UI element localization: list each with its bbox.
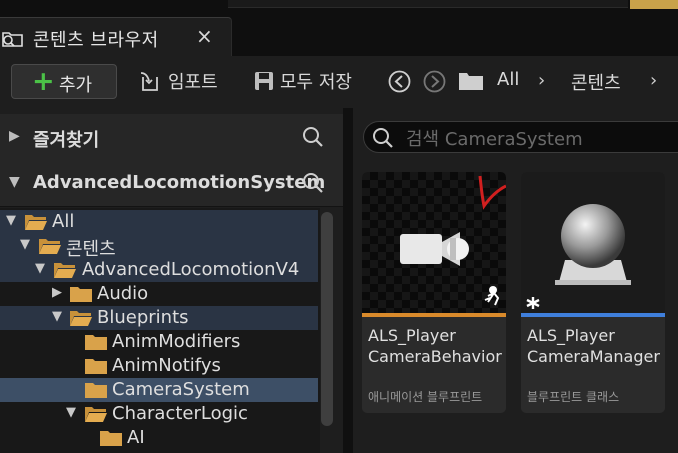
chevron-down-icon[interactable]: ▼ xyxy=(9,174,20,190)
asset-type-bar xyxy=(362,313,506,317)
folder-open-icon xyxy=(25,215,47,230)
tree-item-label: AI xyxy=(127,427,145,448)
tree-item-camerasystem[interactable]: CameraSystem xyxy=(0,378,318,402)
project-title: AdvancedLocomotionSystem xyxy=(33,172,326,193)
folder-icon xyxy=(85,359,107,374)
camera-icon xyxy=(400,232,469,266)
tree-item-content[interactable]: ▼ 콘텐츠 xyxy=(0,234,318,260)
search-icon xyxy=(373,128,393,148)
folder-open-icon xyxy=(85,407,107,422)
tree-item-ai[interactable]: AI xyxy=(0,426,318,450)
chevron-down-icon[interactable]: ▼ xyxy=(6,213,16,228)
add-button-label: 추가 xyxy=(59,75,93,96)
chevron-down-icon[interactable]: ▼ xyxy=(52,309,62,324)
folder-icon xyxy=(100,431,122,446)
close-icon[interactable]: × xyxy=(196,24,213,48)
tab-strip xyxy=(228,0,628,8)
title-bar: 콘텐츠 브라우저 × xyxy=(0,0,678,57)
plus-icon: + xyxy=(32,66,55,97)
tree-item-characterlogic[interactable]: ▼ CharacterLogic xyxy=(0,402,318,426)
tree-item-label: CharacterLogic xyxy=(112,403,248,424)
folder-icon xyxy=(85,383,107,398)
asset-type-bar xyxy=(521,313,665,317)
tree-scrollbar[interactable] xyxy=(321,212,333,426)
asset-type-label: 애니메이션 블루프린트 xyxy=(368,390,483,404)
asset-name-line2: CameraManager xyxy=(527,347,660,366)
search-icon[interactable] xyxy=(302,126,324,148)
asset-thumbnail xyxy=(362,172,506,313)
tree-item-blueprints[interactable]: ▼ Blueprints xyxy=(0,306,318,330)
sphere-icon xyxy=(561,204,625,268)
tab-title: 콘텐츠 브라우저 xyxy=(33,30,159,51)
import-icon[interactable] xyxy=(138,70,162,94)
folder-icon xyxy=(85,335,107,350)
chevron-down-icon[interactable]: ▼ xyxy=(20,237,30,252)
asset-name-line1: ALS_Player xyxy=(527,326,615,345)
chevron-right-icon[interactable]: › xyxy=(538,70,545,91)
tree-item-label: CameraSystem xyxy=(112,379,250,400)
tree-item-label: AnimNotifys xyxy=(112,355,221,376)
asset-card-cameramanager[interactable]: ALS_Player CameraManager 블루프린트 클래스 xyxy=(521,172,665,413)
asset-type-label: 블루프린트 클래스 xyxy=(527,390,620,404)
asset-name-line1: ALS_Player xyxy=(368,326,456,345)
chevron-right-icon[interactable]: ▶ xyxy=(9,128,20,144)
folder-icon[interactable] xyxy=(458,70,484,92)
import-button[interactable]: 임포트 xyxy=(168,68,218,94)
forward-icon[interactable] xyxy=(423,70,446,93)
chevron-down-icon[interactable]: ▼ xyxy=(35,261,45,276)
panel-splitter[interactable] xyxy=(343,108,353,453)
asset-view: 검색 CameraSystem ALS_Player CameraBehavio… xyxy=(353,108,678,453)
tree-item-label: AdvancedLocomotionV4 xyxy=(82,259,300,280)
project-section[interactable]: ▼ AdvancedLocomotionSystem xyxy=(0,160,343,207)
sources-panel: ▶ 즐겨찾기 ▼ AdvancedLocomotionSystem ▼ All … xyxy=(0,108,343,453)
save-all-button[interactable]: 모두 저장 xyxy=(280,68,352,94)
window-accent xyxy=(630,0,678,9)
tree-item-advancedlocomotionv4[interactable]: ▼ AdvancedLocomotionV4 xyxy=(0,258,318,282)
tab-content-browser[interactable]: 콘텐츠 브라우저 × xyxy=(0,17,232,57)
tree-item-all[interactable]: ▼ All xyxy=(0,210,318,234)
asset-name-line2: CameraBehavior xyxy=(368,347,502,366)
tree-item-animnotifys[interactable]: AnimNotifys xyxy=(0,354,318,378)
tree-item-animmodifiers[interactable]: AnimModifiers xyxy=(0,330,318,354)
folder-search-icon xyxy=(2,32,23,47)
save-icon[interactable] xyxy=(253,70,275,92)
asset-card-camerabehavior[interactable]: ALS_Player CameraBehavior 애니메이션 블루프린트 xyxy=(362,172,506,413)
folder-tree: ▼ All ▼ 콘텐츠 ▼ AdvancedLocomotionV4 ▶ Aud… xyxy=(0,208,320,453)
add-button[interactable]: + 추가 xyxy=(11,64,117,99)
toolbar: + 추가 임포트 모두 저장 All › 콘텐츠 › xyxy=(0,56,678,108)
search-placeholder: 검색 CameraSystem xyxy=(406,129,583,150)
favorites-title: 즐겨찾기 xyxy=(33,130,100,151)
breadcrumb-all[interactable]: All xyxy=(497,69,519,90)
tree-item-label: Audio xyxy=(97,283,149,304)
tree-item-label: Blueprints xyxy=(97,307,189,328)
favorites-section[interactable]: ▶ 즐겨찾기 xyxy=(0,114,343,161)
tree-item-label: All xyxy=(52,211,75,232)
folder-open-icon xyxy=(70,311,92,326)
asset-search-input[interactable]: 검색 CameraSystem xyxy=(363,121,678,153)
breadcrumb-content[interactable]: 콘텐츠 xyxy=(571,69,621,95)
folder-open-icon xyxy=(39,239,61,254)
chevron-right-icon[interactable]: › xyxy=(650,70,657,91)
chevron-right-icon[interactable]: ▶ xyxy=(52,285,62,300)
tree-item-label: AnimModifiers xyxy=(112,331,241,352)
folder-icon xyxy=(70,287,92,302)
folder-open-icon xyxy=(54,263,76,278)
asset-thumbnail xyxy=(521,172,665,313)
search-icon[interactable] xyxy=(302,172,324,194)
tree-item-audio[interactable]: ▶ Audio xyxy=(0,282,318,306)
back-icon[interactable] xyxy=(388,70,411,93)
chevron-down-icon[interactable]: ▼ xyxy=(66,405,76,420)
